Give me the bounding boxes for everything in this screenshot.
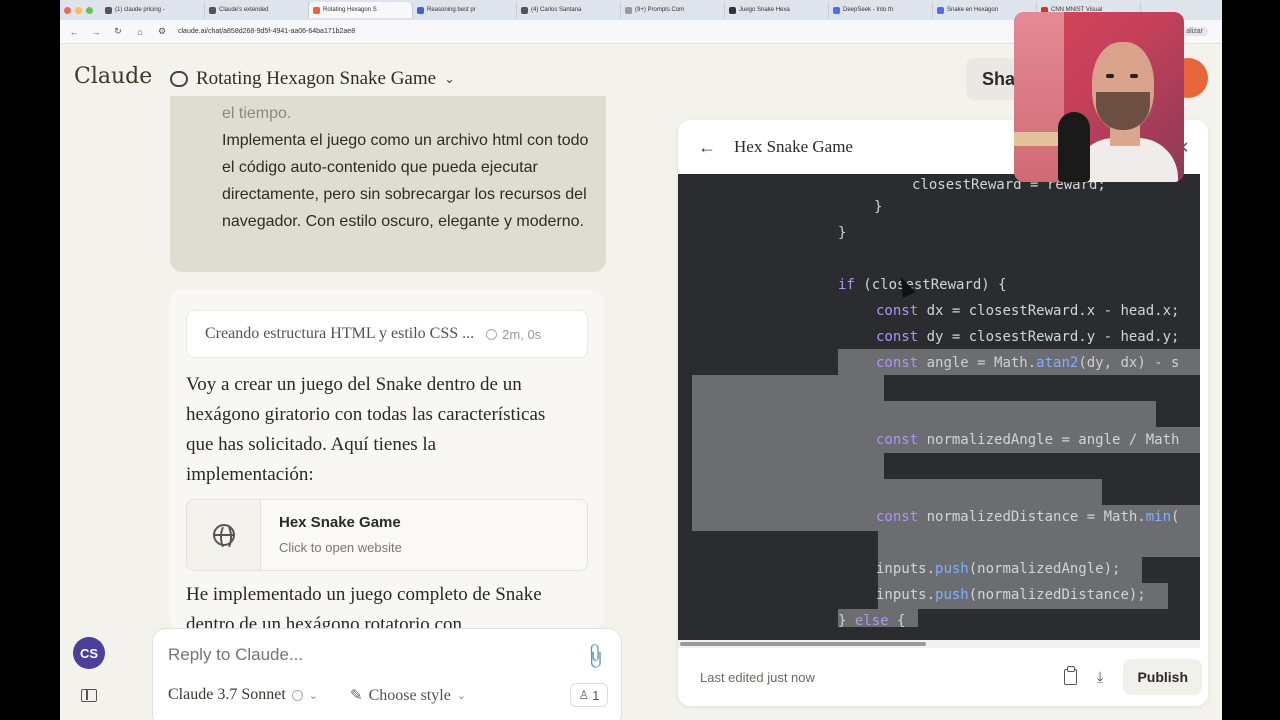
thinking-duration: 2m, 0s bbox=[486, 327, 541, 342]
code-line: const angle = Math.atan2(dy, dx) - s bbox=[876, 355, 1180, 371]
code-line: inputs.push(normalizedDistance); bbox=[876, 587, 1146, 603]
last-edited-status: Last edited just now bbox=[700, 669, 815, 685]
tab-favicon-icon bbox=[521, 6, 528, 14]
tab-favicon-icon bbox=[625, 6, 632, 14]
globe-icon bbox=[212, 524, 235, 550]
person-icon: ♙ bbox=[578, 688, 590, 702]
horizontal-scrollbar[interactable] bbox=[678, 640, 1200, 648]
thinking-time: 2m, 0s bbox=[502, 326, 542, 342]
reply-input[interactable]: Reply to Claude... bbox=[168, 645, 568, 665]
code-line: if (closestReward) { bbox=[838, 277, 1007, 293]
chevron-down-icon: ⌄ bbox=[308, 689, 318, 702]
code-line: const dy = closestReward.y - head.y; bbox=[876, 329, 1180, 345]
reload-icon[interactable]: ↻ bbox=[112, 26, 124, 37]
pen-icon: ✎ bbox=[350, 688, 363, 704]
download-icon[interactable]: ⤓ bbox=[1097, 669, 1104, 686]
user-message: el tiempo. Implementa el juego como un a… bbox=[170, 96, 606, 272]
tab-favicon-icon bbox=[937, 6, 944, 14]
artifact-panel: ← Hex Snake Game closestReward = reward;… bbox=[678, 120, 1208, 706]
url-field[interactable]: claude.ai/chat/a858d268-9d5f-4941-aa06-6… bbox=[178, 28, 355, 35]
browser-tab[interactable]: DeepSeek - Into th bbox=[829, 2, 933, 18]
style-label: Choose style bbox=[368, 686, 451, 704]
claude-logo[interactable]: Claude bbox=[74, 64, 152, 89]
browser-tab-active[interactable]: Rotating Hexagon S bbox=[309, 2, 413, 18]
chevron-down-icon: ⌄ bbox=[444, 71, 455, 86]
style-selector[interactable]: ✎ Choose style ⌄ bbox=[350, 686, 466, 705]
publish-button[interactable]: Publish bbox=[1123, 659, 1202, 695]
browser-profile-button[interactable]: alizar bbox=[1181, 27, 1208, 36]
code-line: } bbox=[838, 225, 847, 241]
tab-favicon-icon bbox=[105, 6, 112, 14]
browser-tab[interactable]: (1) claude pricing - bbox=[101, 2, 205, 18]
code-line: const dx = closestReward.x - head.x; bbox=[876, 303, 1180, 319]
copy-clipboard-icon[interactable] bbox=[1063, 666, 1077, 685]
thinking-label: Creando estructura HTML y estilo CSS ... bbox=[205, 325, 475, 342]
code-line: } bbox=[874, 199, 883, 215]
sidebar-toggle-icon[interactable] bbox=[81, 689, 97, 702]
project-count: 1 bbox=[592, 687, 600, 703]
thinking-summary[interactable]: Creando estructura HTML y estilo CSS ...… bbox=[186, 310, 588, 358]
composer bbox=[152, 628, 622, 720]
artifact-panel-title: Hex Snake Game bbox=[734, 137, 853, 156]
browser-tab[interactable]: Reasoning best pr bbox=[413, 2, 517, 18]
tab-favicon-icon bbox=[833, 6, 840, 14]
browser-tab[interactable]: (4) Carlos Santana bbox=[517, 2, 621, 18]
clock-icon bbox=[486, 328, 498, 340]
window-controls bbox=[64, 6, 93, 14]
browser-tab[interactable]: (9+) Prompts Com bbox=[621, 2, 725, 18]
webcam-overlay bbox=[1014, 12, 1184, 182]
home-icon[interactable]: ⌂ bbox=[134, 27, 146, 37]
code-line: const normalizedAngle = angle / Math bbox=[876, 432, 1180, 448]
model-selector[interactable]: Claude 3.7 Sonnet ⌄ bbox=[168, 686, 318, 704]
user-message-text: Implementa el juego como un archivo html… bbox=[222, 132, 589, 230]
chat-title-menu[interactable]: Rotating Hexagon Snake Game ⌄ bbox=[170, 68, 455, 90]
artifact-icon-box bbox=[187, 500, 261, 570]
browser-tab[interactable]: Claude's extended bbox=[205, 2, 309, 18]
assistant-paragraph: He implementado un juego completo de Sna… bbox=[186, 584, 542, 628]
artifact-card[interactable]: Hex Snake Game Click to open website bbox=[186, 499, 588, 571]
model-name: Claude 3.7 Sonnet bbox=[168, 686, 286, 703]
back-arrow-icon[interactable]: ← bbox=[698, 137, 716, 158]
tab-favicon-icon bbox=[313, 6, 320, 14]
forward-icon[interactable]: → bbox=[90, 27, 102, 37]
microphone-icon bbox=[1058, 112, 1090, 182]
chat-bubble-icon bbox=[170, 71, 188, 87]
user-avatar[interactable]: CS bbox=[73, 637, 105, 669]
chat-title: Rotating Hexagon Snake Game bbox=[196, 68, 437, 89]
artifact-title: Hex Snake Game bbox=[279, 514, 401, 531]
project-count-button[interactable]: ♙ 1 bbox=[570, 683, 608, 707]
horizontal-scroll-thumb[interactable] bbox=[680, 642, 926, 646]
assistant-paragraph: Voy a crear un juego del Snake dentro de… bbox=[186, 374, 546, 485]
extended-thinking-icon bbox=[291, 689, 303, 701]
tab-favicon-icon bbox=[417, 6, 424, 14]
chevron-down-icon: ⌄ bbox=[456, 690, 467, 702]
artifact-subtitle: Click to open website bbox=[279, 540, 402, 555]
site-info-icon[interactable]: ⚙ bbox=[156, 26, 168, 37]
browser-tab[interactable]: Juego Snake Hexa bbox=[725, 2, 829, 18]
artifact-panel-footer: Last edited just now ⤓ Publish bbox=[678, 648, 1208, 706]
code-line: const normalizedDistance = Math.min( bbox=[876, 509, 1180, 525]
artifact-text: Hex Snake Game Click to open website bbox=[261, 500, 402, 570]
minimize-window-button[interactable] bbox=[75, 6, 82, 14]
code-line: inputs.push(normalizedAngle); bbox=[876, 561, 1121, 577]
artifact-actions: ⤓ Publish bbox=[1063, 659, 1208, 695]
user-message-faded-line: el tiempo. bbox=[222, 105, 292, 122]
code-line: } else { bbox=[838, 613, 906, 629]
tab-favicon-icon bbox=[729, 6, 736, 14]
close-window-button[interactable] bbox=[64, 6, 71, 14]
back-icon[interactable]: ← bbox=[68, 27, 80, 37]
code-viewer[interactable]: closestReward = reward; } } if (closestR… bbox=[678, 174, 1200, 640]
tab-favicon-icon bbox=[209, 6, 216, 14]
maximize-window-button[interactable] bbox=[86, 6, 93, 14]
